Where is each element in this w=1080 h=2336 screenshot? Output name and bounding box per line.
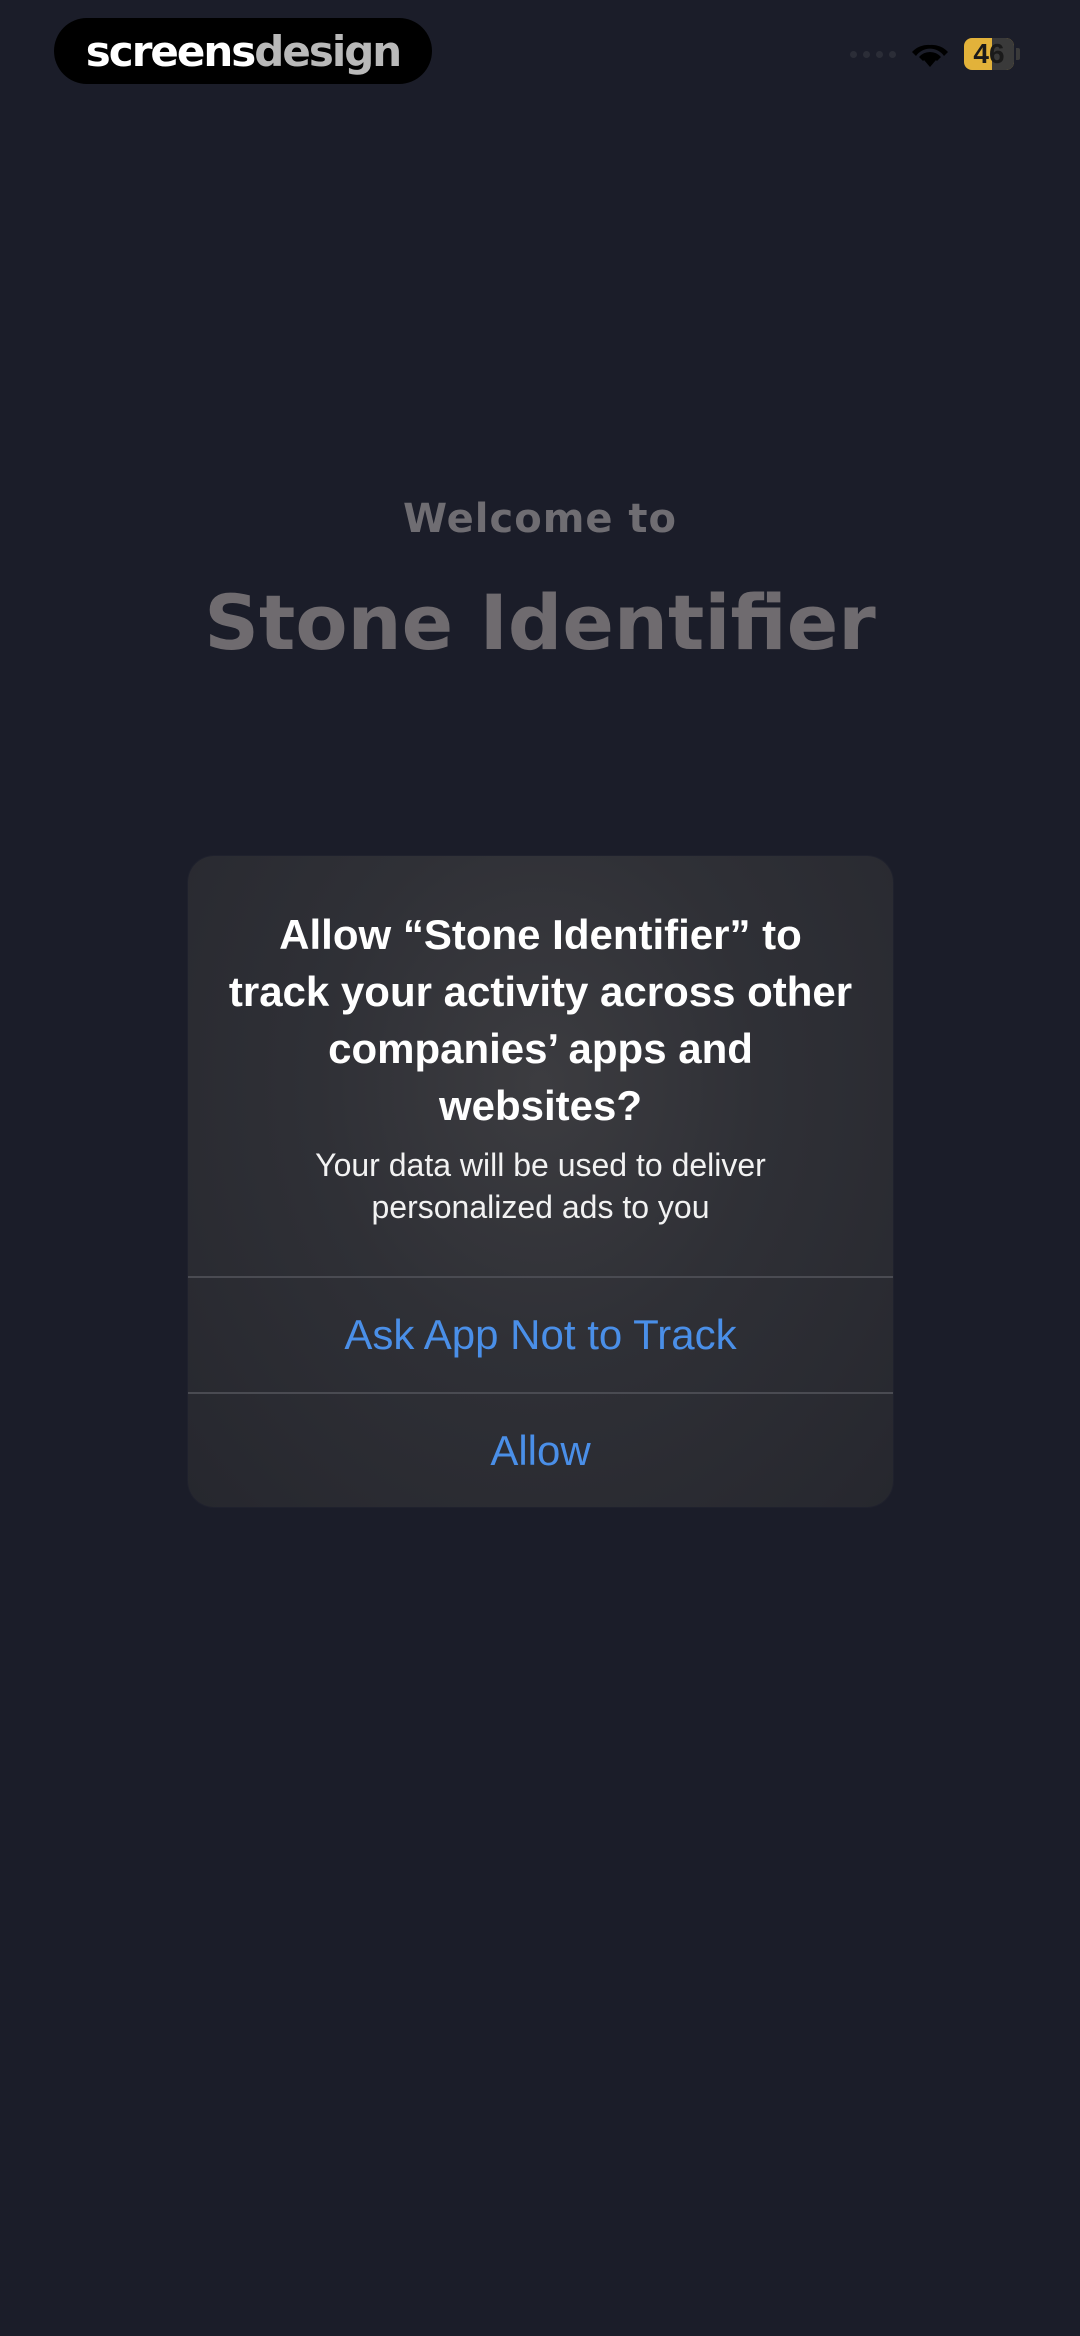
watermark-part-2: design [254, 26, 402, 76]
alert-title: Allow “Stone Identifier” to track your a… [228, 911, 853, 1129]
alert-message: Your data will be used to deliver person… [315, 1147, 766, 1225]
screensdesign-watermark: screens design [54, 18, 432, 84]
ask-not-to-track-button[interactable]: Ask App Not to Track [188, 1278, 893, 1392]
allow-button[interactable]: Allow [188, 1394, 893, 1507]
wifi-icon [910, 39, 950, 69]
battery-level: 46 [973, 38, 1005, 69]
alert-body: Allow “Stone Identifier” to track your a… [188, 856, 893, 1276]
watermark-part-1: screens [85, 26, 256, 76]
battery-icon: 46 [964, 38, 1020, 70]
signal-dots-icon [850, 50, 896, 58]
welcome-subtitle: Welcome to [402, 496, 678, 542]
tracking-permission-alert: Allow “Stone Identifier” to track your a… [188, 856, 893, 1507]
status-bar: 46 [850, 38, 1020, 70]
app-title: Stone Identifier [204, 578, 876, 667]
